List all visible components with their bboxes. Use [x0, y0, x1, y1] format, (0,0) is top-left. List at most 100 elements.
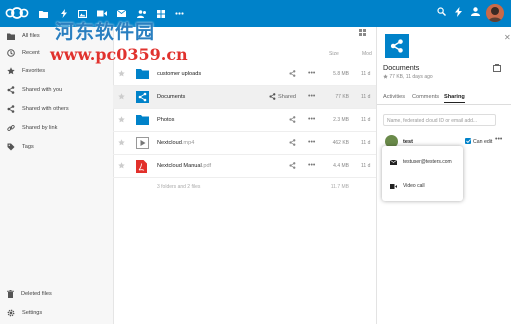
file-name[interactable]: Documents [157, 94, 185, 100]
sidebar-item-settings[interactable]: Settings [7, 307, 42, 319]
file-modified: 11 d [361, 117, 371, 123]
sidebar-item-all-files[interactable]: All files [7, 30, 40, 42]
search-icon[interactable] [437, 7, 446, 18]
favorite-star-icon[interactable] [118, 93, 125, 102]
more-actions-icon[interactable]: ••• [308, 93, 315, 100]
gear-icon [7, 309, 15, 317]
file-list: Size Mod customer uploads ••• 5.8 MB 11 … [113, 27, 376, 324]
menu-item-video-call[interactable]: Video call [390, 183, 425, 189]
sidebar-item-shared-by-link[interactable]: Shared by link [7, 122, 57, 134]
file-name-text: Documents [157, 94, 186, 100]
shared-label: Shared [278, 93, 297, 100]
star-icon[interactable] [383, 74, 388, 79]
details-tabs: Activities Comments Sharing [377, 92, 511, 105]
expand-icon[interactable] [493, 64, 501, 74]
more-actions-icon[interactable]: ••• [308, 162, 315, 169]
star-icon [7, 67, 15, 75]
pdf-file-icon [136, 160, 147, 175]
can-edit-checkbox[interactable] [465, 138, 471, 144]
column-modified[interactable]: Mod [362, 51, 372, 57]
folder-icon [7, 33, 15, 40]
share-button[interactable] [289, 162, 296, 169]
file-name[interactable]: customer uploads [157, 71, 201, 77]
folder-icon [136, 114, 149, 127]
contact-popup-menu: testuser@testers.com Video call [382, 146, 463, 201]
share-button[interactable]: Shared [269, 93, 296, 100]
navigation-sidebar: All files Recent Favorites Shared with y… [0, 27, 114, 324]
sidebar-item-label: Shared with others [22, 106, 69, 112]
sidebar-item-label: Favorites [22, 68, 46, 74]
sidebar-item-label: All files [22, 33, 40, 39]
file-name[interactable]: Photos [157, 117, 174, 123]
share-options-icon[interactable]: ••• [495, 136, 502, 143]
favorite-star-icon[interactable] [118, 116, 125, 125]
tab-comments[interactable]: Comments [412, 94, 439, 100]
sidebar-item-recent[interactable]: Recent [7, 47, 40, 59]
file-size: 2.3 MB [333, 117, 349, 123]
table-row[interactable]: Nextcloud Manual.pdf ••• 4.4 MB 11 d [113, 155, 376, 178]
user-avatar[interactable] [486, 4, 504, 22]
share-icon [289, 162, 296, 169]
share-user-name: test [403, 139, 413, 145]
tab-sharing[interactable]: Sharing [444, 94, 465, 103]
menu-item-label: testuser@testers.com [403, 159, 452, 165]
share-icon [289, 139, 296, 146]
table-row[interactable]: Nextcloud.mp4 ••• 462 KB 11 d [113, 132, 376, 155]
sidebar-item-favorites[interactable]: Favorites [7, 65, 45, 77]
file-modified: 11 d [361, 140, 371, 146]
file-extension: .pdf [201, 163, 212, 169]
menu-item-email[interactable]: testuser@testers.com [390, 159, 452, 165]
file-extension: .mp4 [181, 140, 195, 146]
file-name[interactable]: Nextcloud.mp4 [157, 140, 194, 146]
favorite-star-icon[interactable] [118, 162, 125, 171]
favorite-star-icon[interactable] [118, 139, 125, 148]
shared-folder-icon [136, 91, 149, 105]
sidebar-item-shared-with-you[interactable]: Shared with you [7, 84, 62, 96]
shared-folder-icon [385, 34, 409, 58]
share-icon [269, 93, 276, 100]
video-icon [390, 183, 397, 189]
table-row[interactable]: customer uploads ••• 5.8 MB 11 d [113, 63, 376, 86]
file-size: 5.8 MB [333, 71, 349, 77]
sidebar-item-deleted-files[interactable]: Deleted files [7, 288, 52, 300]
share-icon [289, 70, 296, 77]
sidebar-item-label: Tags [22, 144, 34, 150]
clock-icon [7, 49, 15, 57]
details-meta-text: 77 KB, 11 days ago [389, 74, 433, 80]
grid-view-icon[interactable] [359, 29, 366, 38]
favorite-star-icon[interactable] [118, 70, 125, 79]
more-actions-icon[interactable]: ••• [308, 70, 315, 77]
sidebar-item-tags[interactable]: Tags [7, 141, 34, 153]
share-icon [7, 86, 15, 94]
notifications-icon[interactable] [455, 7, 462, 19]
more-actions-icon[interactable]: ••• [308, 139, 315, 146]
file-size: 462 KB [332, 140, 349, 146]
file-name[interactable]: Nextcloud Manual.pdf [157, 163, 211, 169]
files-icon[interactable] [38, 8, 49, 19]
details-title: Documents [383, 63, 420, 72]
tab-activities[interactable]: Activities [383, 94, 405, 100]
table-row[interactable]: Documents Shared ••• 77 KB 11 d [113, 86, 376, 109]
nextcloud-logo-icon[interactable] [5, 7, 29, 21]
column-size[interactable]: Size [329, 51, 339, 57]
tag-icon [7, 143, 15, 151]
file-size: 77 KB [335, 94, 349, 100]
file-name-text: Nextcloud Manual [157, 163, 202, 169]
share-button[interactable] [289, 116, 296, 123]
share-icon [289, 116, 296, 123]
more-actions-icon[interactable]: ••• [308, 116, 315, 123]
file-modified: 11 d [361, 94, 371, 100]
sidebar-item-shared-with-others[interactable]: Shared with others [7, 103, 69, 115]
contacts-menu-icon[interactable] [471, 7, 480, 18]
file-summary-size: 11.7 MB [330, 184, 349, 190]
share-search-input[interactable]: Name, federated cloud ID or email add... [383, 114, 496, 126]
close-icon[interactable]: ✕ [504, 33, 511, 42]
file-modified: 11 d [361, 71, 371, 77]
more-apps-icon[interactable] [174, 8, 185, 19]
share-button[interactable] [289, 70, 296, 77]
link-icon [7, 125, 15, 131]
share-button[interactable] [289, 139, 296, 146]
email-icon [390, 159, 397, 165]
table-row[interactable]: Photos ••• 2.3 MB 11 d [113, 109, 376, 132]
gallery-grid-icon[interactable] [155, 8, 166, 19]
